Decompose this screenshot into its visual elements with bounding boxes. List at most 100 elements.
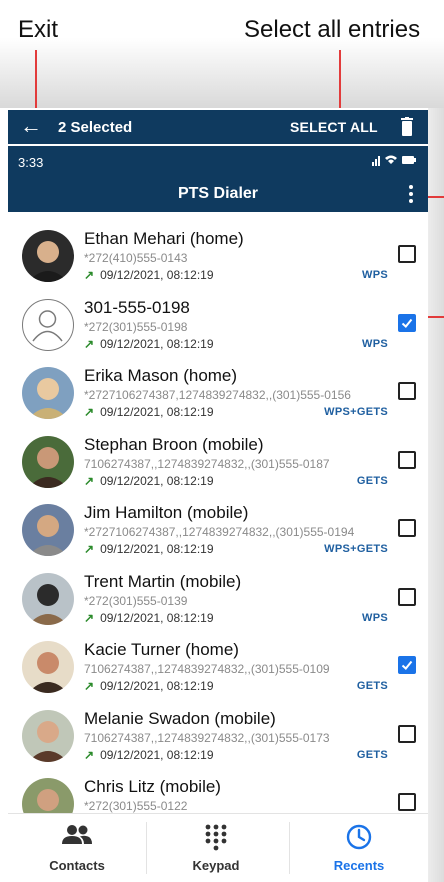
select-checkbox[interactable] xyxy=(398,724,416,743)
backdrop-edge xyxy=(428,108,444,882)
entry-number: 7106274387,,1274839274832,,(301)555-0187 xyxy=(84,456,330,471)
entry-time: 09/12/2021, 08:12:19 xyxy=(100,405,214,419)
select-checkbox[interactable] xyxy=(398,656,416,674)
entry-name: Erika Mason (home) xyxy=(84,366,238,385)
entry-time: 09/12/2021, 08:12:19 xyxy=(100,473,214,488)
recents-list: Ethan Mehari (home) *272(410)555-0143 ↗ 09/… xyxy=(8,220,428,837)
clock-icon xyxy=(346,824,372,850)
avatar xyxy=(22,367,74,419)
service-badge: WPS xyxy=(362,269,388,281)
keypad-icon xyxy=(205,824,227,851)
service-badge: GETS xyxy=(356,474,388,487)
list-item[interactable]: 301-555-0198 *272(301)555-0198 ↗ 09/12/2021… xyxy=(8,289,428,358)
selection-bar: ← 2 Selected SELECT ALL xyxy=(8,110,428,144)
entry-number: 7106274387,,1274839274832,,(301)555-0173 xyxy=(84,730,330,745)
tab-label: Contacts xyxy=(49,858,105,873)
select-checkbox[interactable] xyxy=(398,245,416,263)
list-item[interactable]: Kacie Turner (home) 7106274387,,127483927… xyxy=(8,631,428,700)
select-checkbox[interactable] xyxy=(398,450,416,469)
entry-meta: ↗ 09/12/2021, 08:12:19 xyxy=(84,679,214,693)
entry-name: Stephan Broon (mobile) xyxy=(84,434,264,454)
tab-recents[interactable]: Recents xyxy=(290,814,428,882)
entry-number: *272(301)555-0198 xyxy=(84,319,188,334)
entry-meta: ↗ 09/12/2021, 08:12:19 xyxy=(84,542,214,556)
list-item[interactable]: Erika Mason (home) *2727106274387,1274839… xyxy=(8,357,428,426)
entry-name: Trent Martin (mobile) xyxy=(84,571,242,591)
service-badge: GETS xyxy=(356,748,388,761)
entry-name: Melanie Swadon (mobile) xyxy=(84,708,276,728)
entry-meta: ↗ 09/12/2021, 08:12:19 xyxy=(84,268,214,282)
service-badge: WPS xyxy=(362,611,388,624)
avatar xyxy=(22,230,74,282)
tab-keypad[interactable]: Keypad xyxy=(147,814,285,882)
list-item[interactable]: Trent Martin (mobile) *272(301)555-0139 ↗ 0… xyxy=(8,563,428,632)
callout-select-all: Select all entries xyxy=(244,16,421,43)
entry-number: *272(410)555-0143 xyxy=(84,251,188,265)
entry-meta: ↗ 09/12/2021, 08:12:19 xyxy=(84,748,214,762)
callout-line-select-all xyxy=(339,50,341,108)
entry-time: 09/12/2021, 08:12:19 xyxy=(100,268,214,282)
entry-number: *272(301)555-0139 xyxy=(84,593,188,608)
select-all-button[interactable]: SELECT ALL xyxy=(290,119,378,135)
callout-line-menu xyxy=(428,196,444,198)
entry-number: 7106274387,,1274839274832,,(301)555-0109 xyxy=(84,662,330,676)
avatar xyxy=(22,504,74,556)
entry-meta: ↗ 09/12/2021, 08:12:19 xyxy=(84,611,214,625)
checkmark-icon xyxy=(401,318,413,328)
select-checkbox[interactable] xyxy=(398,519,416,537)
select-checkbox[interactable] xyxy=(398,382,416,400)
list-item[interactable]: Jim Hamilton (mobile) *2727106274387,,127… xyxy=(8,494,428,563)
app-bar: PTS Dialer xyxy=(8,176,428,212)
tab-label: Keypad xyxy=(192,858,240,873)
contacts-icon xyxy=(62,825,92,844)
outgoing-call-icon: ↗ xyxy=(84,336,95,351)
trash-icon[interactable] xyxy=(401,117,413,136)
outgoing-call-icon: ↗ xyxy=(84,610,95,625)
service-badge: WPS xyxy=(362,337,388,350)
outgoing-call-icon: ↗ xyxy=(84,747,95,762)
arrow-left-icon[interactable]: ← xyxy=(20,114,42,138)
entry-time: 09/12/2021, 08:12:19 xyxy=(100,679,214,693)
entry-meta: ↗ 09/12/2021, 08:12:19 xyxy=(84,474,214,488)
avatar xyxy=(22,572,74,625)
callout-line-exit xyxy=(35,50,37,108)
callout-line-checkbox xyxy=(428,316,444,318)
entry-number: *2727106274387,1274839274832,,(301)555-0… xyxy=(84,388,351,402)
default-avatar-icon xyxy=(22,298,74,351)
outgoing-call-icon: ↗ xyxy=(84,268,95,282)
service-badge: WPS+GETS xyxy=(324,543,388,555)
overflow-menu-icon[interactable] xyxy=(408,183,414,205)
entry-name: Kacie Turner (home) xyxy=(84,640,239,659)
select-checkbox[interactable] xyxy=(398,313,416,332)
entry-name: 301-555-0198 xyxy=(84,297,190,317)
service-badge: GETS xyxy=(356,680,388,692)
avatar xyxy=(22,435,74,488)
entry-name: Chris Litz (mobile) xyxy=(84,777,221,796)
status-time: 3:33 xyxy=(18,155,44,170)
list-item[interactable]: Ethan Mehari (home) *272(410)555-0143 ↗ 09/… xyxy=(8,220,428,289)
checkmark-icon xyxy=(401,660,413,670)
entry-time: 09/12/2021, 08:12:19 xyxy=(100,747,214,762)
entry-number: *2727106274387,,1274839274832,,(301)555-… xyxy=(84,525,355,539)
entry-number: *272(301)555-0122 xyxy=(84,799,188,813)
entry-time: 09/12/2021, 08:12:19 xyxy=(100,610,214,625)
outgoing-call-icon: ↗ xyxy=(84,473,95,488)
list-item[interactable]: Stephan Broon (mobile) 7106274387,,127483… xyxy=(8,426,428,495)
avatar xyxy=(22,641,74,693)
phone-screen: 3:33 PTS Dialer Ethan Mehari (home) *272(… xyxy=(8,146,428,882)
select-checkbox[interactable] xyxy=(398,793,416,811)
status-bar: 3:33 xyxy=(8,146,428,176)
entry-name: Jim Hamilton (mobile) xyxy=(84,503,249,522)
bottom-tab-bar: Contacts Keypad Recents xyxy=(8,813,428,882)
callout-exit: Exit xyxy=(18,16,59,43)
entry-time: 09/12/2021, 08:12:19 xyxy=(100,336,214,351)
list-item[interactable]: Melanie Swadon (mobile) 7106274387,,12748… xyxy=(8,700,428,769)
outgoing-call-icon: ↗ xyxy=(84,542,95,556)
select-checkbox[interactable] xyxy=(398,587,416,606)
outgoing-call-icon: ↗ xyxy=(84,679,95,693)
avatar xyxy=(22,709,74,762)
entry-meta: ↗ 09/12/2021, 08:12:19 xyxy=(84,337,214,351)
entry-name: Ethan Mehari (home) xyxy=(84,229,244,248)
tab-contacts[interactable]: Contacts xyxy=(8,814,146,882)
outgoing-call-icon: ↗ xyxy=(84,405,95,419)
